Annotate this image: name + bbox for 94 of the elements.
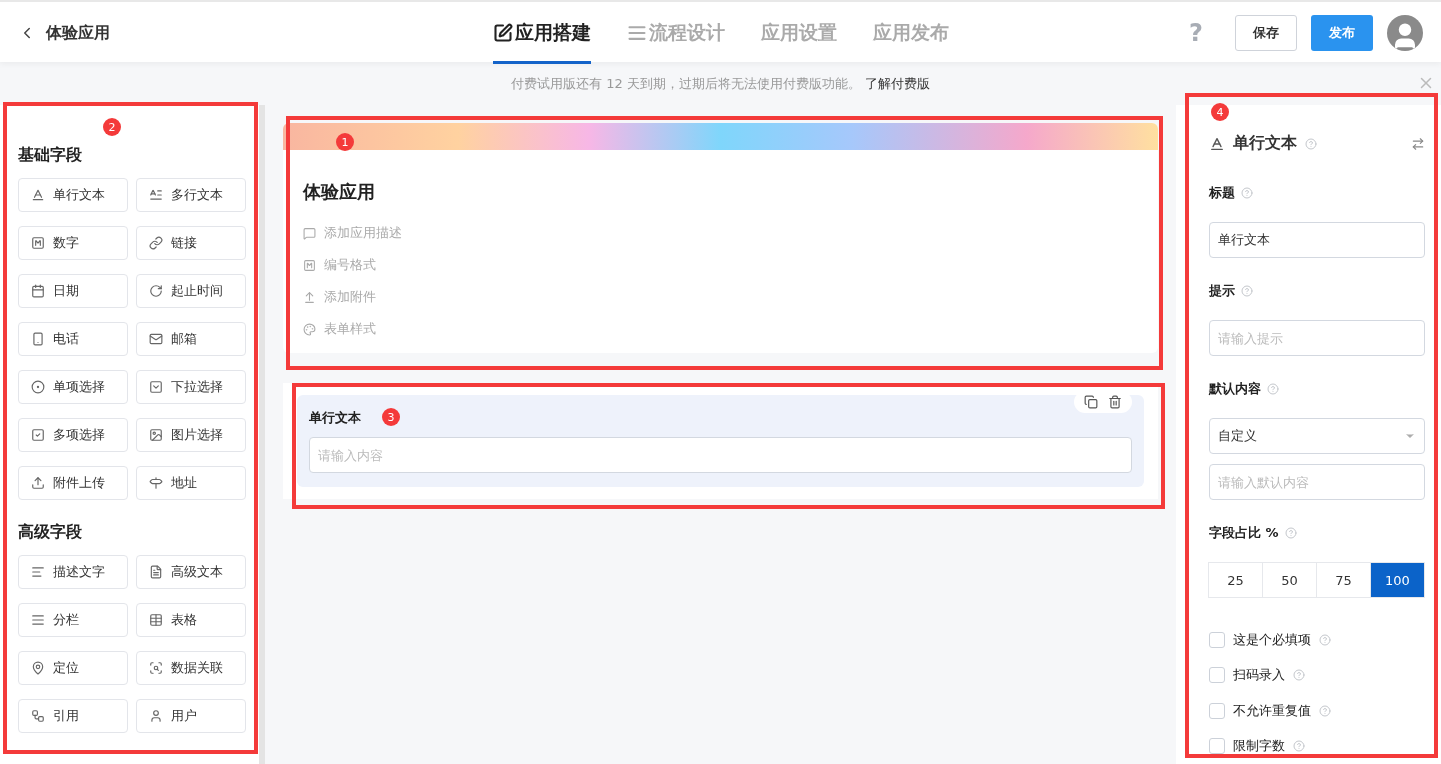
text-icon <box>1209 135 1225 152</box>
swap-icon[interactable] <box>1411 136 1425 151</box>
ratio-option[interactable]: 100 <box>1370 562 1425 598</box>
search-icon <box>149 661 163 675</box>
group-title: 基础字段 <box>18 145 83 166</box>
ratio-option[interactable]: 25 <box>1208 562 1263 598</box>
field-type-button[interactable]: 高级文本 <box>136 555 246 589</box>
upload-icon <box>303 290 316 304</box>
field-type-button[interactable]: 邮箱 <box>136 322 246 356</box>
field-type-button[interactable]: 起止时间 <box>136 274 246 308</box>
select-field[interactable]: 自定义 <box>1209 418 1425 454</box>
upload-icon <box>31 476 45 490</box>
help-icon <box>1284 527 1297 539</box>
image-icon <box>149 428 163 442</box>
text-lines-icon <box>149 188 163 202</box>
checkbox-label: 扫码录入 <box>1233 666 1285 685</box>
field-type-button[interactable]: 电话 <box>18 322 128 356</box>
help-icon <box>1305 137 1317 150</box>
field-label: 单行文本 <box>309 409 361 427</box>
input-field[interactable]: 请输入内容 <box>309 437 1132 473</box>
signpost-icon <box>149 476 163 490</box>
field-type-button[interactable]: 日期 <box>18 274 128 308</box>
field-type-button[interactable]: 描述文字 <box>18 555 128 589</box>
input-field[interactable]: 请输入默认内容 <box>1209 464 1425 500</box>
ratio-option[interactable]: 75 <box>1316 562 1371 598</box>
field-type-button[interactable]: 引用 <box>18 699 128 733</box>
field-type-button[interactable]: 表格 <box>136 603 246 637</box>
avatar[interactable] <box>1387 15 1423 51</box>
checkbox[interactable] <box>1209 702 1225 719</box>
table-icon <box>149 613 163 627</box>
list-icon <box>626 23 647 43</box>
ratio-option[interactable]: 50 <box>1262 562 1317 598</box>
nodes-icon <box>31 709 45 723</box>
field-type-button[interactable]: 用户 <box>136 699 246 733</box>
app-name: 体验应用 <box>46 22 110 44</box>
radio-icon <box>31 380 45 394</box>
palette-icon <box>303 322 316 336</box>
field-type-button[interactable]: 链接 <box>136 226 246 260</box>
lines-icon <box>31 565 45 579</box>
field-type-button[interactable]: 图片选择 <box>136 418 246 452</box>
checkbox-label: 限制字数 <box>1233 737 1285 756</box>
field-label: 提示 <box>1209 282 1235 300</box>
help-icon <box>1319 704 1331 717</box>
number-icon <box>303 258 316 272</box>
help-icon <box>1267 383 1279 395</box>
save-button[interactable]: 保存 <box>1235 15 1297 51</box>
copy-button[interactable] <box>1084 395 1098 409</box>
trial-notice: 付费试用版还有 12 天到期，过期后将无法使用付费版功能。 <box>511 74 861 93</box>
input-field[interactable]: 单行文本 <box>1209 222 1425 258</box>
checkbox[interactable] <box>1209 631 1225 648</box>
columns-icon <box>31 613 45 627</box>
edit-icon <box>492 23 513 43</box>
document-icon <box>149 565 163 579</box>
input-field[interactable]: 请输入提示 <box>1209 320 1425 356</box>
field-type-button[interactable]: 分栏 <box>18 603 128 637</box>
checkbox-icon <box>31 428 45 442</box>
field-type-button[interactable]: 附件上传 <box>18 466 128 500</box>
field-type-button[interactable]: 定位 <box>18 651 128 685</box>
dropdown-icon <box>149 380 163 394</box>
calendar-icon <box>31 284 45 298</box>
field-label: 字段占比 % <box>1209 524 1279 542</box>
field-type-button[interactable]: 单行文本 <box>18 178 128 212</box>
form-title: 体验应用 <box>303 180 376 204</box>
text-icon <box>31 188 45 202</box>
field-label: 标题 <box>1209 184 1235 202</box>
number-icon <box>31 236 45 250</box>
field-type-button[interactable]: 数据关联 <box>136 651 246 685</box>
checkbox[interactable] <box>1209 667 1225 684</box>
group-title: 高级字段 <box>18 522 83 543</box>
help-icon <box>1319 633 1331 646</box>
comment-icon <box>303 226 316 240</box>
user-icon <box>149 709 163 723</box>
panel-title: 单行文本 <box>1233 133 1297 154</box>
help-icon <box>1241 285 1253 297</box>
field-label: 默认内容 <box>1209 380 1261 398</box>
field-type-button[interactable]: 多行文本 <box>136 178 246 212</box>
help-icon <box>1293 740 1305 753</box>
mail-icon <box>149 332 163 346</box>
help-icon <box>1241 187 1253 199</box>
checkbox-label: 不允许重复值 <box>1233 701 1311 720</box>
delete-button[interactable] <box>1108 395 1122 409</box>
map-pin-icon <box>31 661 45 675</box>
field-type-button[interactable]: 地址 <box>136 466 246 500</box>
help-icon <box>1293 669 1305 682</box>
checkbox[interactable] <box>1209 738 1225 755</box>
field-type-button[interactable]: 单项选择 <box>18 370 128 404</box>
field-type-button[interactable]: 多项选择 <box>18 418 128 452</box>
link-icon <box>149 236 163 250</box>
field-type-button[interactable]: 下拉选择 <box>136 370 246 404</box>
pricing-link[interactable]: 了解付费版 <box>864 74 930 93</box>
field-type-button[interactable]: 数字 <box>18 226 128 260</box>
rotate-icon <box>149 284 163 298</box>
checkbox-label: 这是个必填项 <box>1233 630 1311 649</box>
phone-icon <box>31 332 45 346</box>
